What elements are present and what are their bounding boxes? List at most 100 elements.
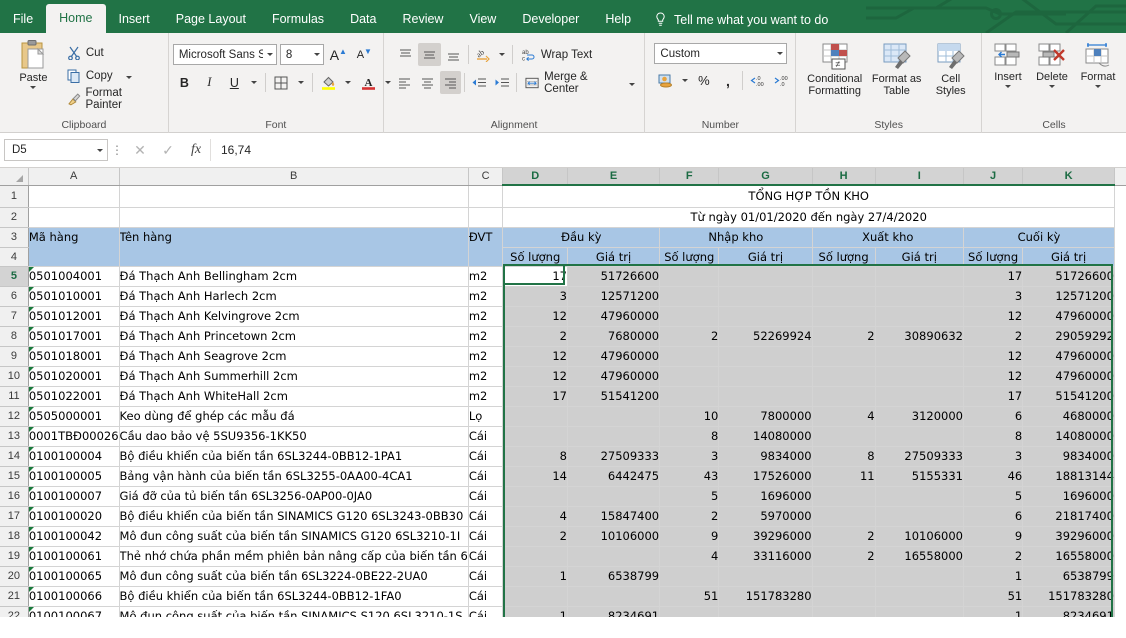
cell-I22[interactable]: [875, 606, 963, 617]
cell-B21[interactable]: Bộ điều khiển của biến tần 6SL3244-0BB12…: [119, 586, 468, 606]
cell-G19[interactable]: 33116000: [719, 546, 812, 566]
cell-C22[interactable]: Cái: [468, 606, 503, 617]
cell-I20[interactable]: [875, 566, 963, 586]
table-row[interactable]: 170100100020Bộ điều khiển của biến tần S…: [0, 506, 1126, 526]
cell-J13[interactable]: 8: [963, 426, 1022, 446]
table-row[interactable]: 220100100067Mô đun công suất của biến tầ…: [0, 606, 1126, 617]
row-header-16[interactable]: 16: [0, 486, 28, 506]
header-dvt[interactable]: ĐVT: [468, 227, 503, 266]
cell-A16[interactable]: 0100100007: [28, 486, 119, 506]
cell-E14[interactable]: 27509333: [567, 446, 659, 466]
cell-J17[interactable]: 6: [963, 506, 1022, 526]
row-header-22[interactable]: 22: [0, 606, 28, 617]
cell-G11[interactable]: [719, 386, 812, 406]
copy-button[interactable]: Copy: [63, 64, 164, 87]
orientation-button[interactable]: ab: [472, 43, 495, 66]
sheet-subtitle[interactable]: Từ ngày 01/01/2020 đến ngày 27/4/2020: [503, 207, 1114, 227]
cell-H13[interactable]: [812, 426, 875, 446]
cell-H9[interactable]: [812, 346, 875, 366]
cell-J6[interactable]: 3: [963, 286, 1022, 306]
cell-I5[interactable]: [875, 266, 963, 286]
cell-I12[interactable]: 3120000: [875, 406, 963, 426]
row-header-17[interactable]: 17: [0, 506, 28, 526]
italic-button[interactable]: I: [198, 71, 221, 94]
ribbon-tab-insert[interactable]: Insert: [106, 6, 163, 33]
cell-E13[interactable]: [567, 426, 659, 446]
cell-E20[interactable]: 6538799: [567, 566, 659, 586]
cell-J8[interactable]: 2: [963, 326, 1022, 346]
row-header-18[interactable]: 18: [0, 526, 28, 546]
cell-G21[interactable]: 151783280: [719, 586, 812, 606]
cell-B17[interactable]: Bộ điều khiển của biến tần SINAMICS G120…: [119, 506, 468, 526]
cell-C18[interactable]: Cái: [468, 526, 503, 546]
cell-E16[interactable]: [567, 486, 659, 506]
table-row[interactable]: 100501020001Đá Thạch Anh Summerhill 2cmm…: [0, 366, 1126, 386]
cell-D20[interactable]: 1: [503, 566, 568, 586]
row-header-20[interactable]: 20: [0, 566, 28, 586]
cell-G13[interactable]: 14080000: [719, 426, 812, 446]
cell-G6[interactable]: [719, 286, 812, 306]
cell-E18[interactable]: 10106000: [567, 526, 659, 546]
ribbon-tab-view[interactable]: View: [456, 6, 509, 33]
cell-c2[interactable]: [468, 207, 503, 227]
font-color-button[interactable]: A: [357, 71, 380, 94]
cell-D21[interactable]: [503, 586, 568, 606]
cell-F15[interactable]: 43: [660, 466, 719, 486]
cut-button[interactable]: Cut: [63, 41, 164, 64]
cell-C13[interactable]: Cái: [468, 426, 503, 446]
increase-indent-button[interactable]: [491, 71, 513, 94]
row-header-8[interactable]: 8: [0, 326, 28, 346]
cell-C7[interactable]: m2: [468, 306, 503, 326]
cell-A13[interactable]: 0001TBĐ00026: [28, 426, 119, 446]
cell-H15[interactable]: 11: [812, 466, 875, 486]
cell-H5[interactable]: [812, 266, 875, 286]
format-cells-button[interactable]: Format: [1074, 39, 1122, 88]
decrease-indent-button[interactable]: [468, 71, 490, 94]
cell-B5[interactable]: Đá Thạch Anh Bellingham 2cm: [119, 266, 468, 286]
header-xuat-kho[interactable]: Xuất kho: [812, 227, 963, 247]
cell-C10[interactable]: m2: [468, 366, 503, 386]
cell-E19[interactable]: [567, 546, 659, 566]
row-header-9[interactable]: 9: [0, 346, 28, 366]
cell-A5[interactable]: 0501004001: [28, 266, 119, 286]
format-as-table-button[interactable]: Format as Table: [868, 39, 926, 97]
insert-cells-button[interactable]: Insert: [986, 39, 1030, 88]
table-row[interactable]: 200100100065Mô đun công suất của biến tầ…: [0, 566, 1126, 586]
fill-color-button[interactable]: [317, 71, 340, 94]
align-right-button[interactable]: [440, 71, 462, 94]
format-cells-caret[interactable]: [1095, 85, 1101, 88]
header-dauky-giatri[interactable]: Giá trị: [567, 247, 659, 266]
cell-H7[interactable]: [812, 306, 875, 326]
header-nhap-kho[interactable]: Nhập kho: [660, 227, 812, 247]
merge-center-dropdown-caret[interactable]: [629, 83, 635, 86]
cell-E21[interactable]: [567, 586, 659, 606]
cell-F6[interactable]: [660, 286, 719, 306]
row-header-14[interactable]: 14: [0, 446, 28, 466]
cell-A19[interactable]: 0100100061: [28, 546, 119, 566]
cell-I15[interactable]: 5155331: [875, 466, 963, 486]
cell-A20[interactable]: 0100100065: [28, 566, 119, 586]
delete-cells-button[interactable]: Delete: [1030, 39, 1074, 88]
cell-H21[interactable]: [812, 586, 875, 606]
font-size-caret[interactable]: [314, 53, 320, 56]
accounting-format-button[interactable]: [654, 69, 677, 92]
cell-G15[interactable]: 17526000: [719, 466, 812, 486]
cell-A10[interactable]: 0501020001: [28, 366, 119, 386]
conditional-formatting-button[interactable]: ≠ Conditional Formatting: [802, 39, 868, 97]
cell-B13[interactable]: Cầu dao bảo vệ 5SU9356-1KK50: [119, 426, 468, 446]
align-bottom-button[interactable]: [442, 43, 465, 66]
cell-I6[interactable]: [875, 286, 963, 306]
cell-A11[interactable]: 0501022001: [28, 386, 119, 406]
cell-D18[interactable]: 2: [503, 526, 568, 546]
cell-G5[interactable]: [719, 266, 812, 286]
cell-F19[interactable]: 4: [660, 546, 719, 566]
table-row[interactable]: 70501012001Đá Thạch Anh Kelvingrove 2cmm…: [0, 306, 1126, 326]
table-row[interactable]: 150100100005Bảng vận hành của biến tần 6…: [0, 466, 1126, 486]
cell-F16[interactable]: 5: [660, 486, 719, 506]
cell-K12[interactable]: 4680000: [1023, 406, 1115, 426]
cell-E6[interactable]: 12571200: [567, 286, 659, 306]
cell-E22[interactable]: 8234691: [567, 606, 659, 617]
paste-button[interactable]: Paste: [4, 37, 63, 89]
ribbon-tab-developer[interactable]: Developer: [509, 6, 592, 33]
cell-G16[interactable]: 1696000: [719, 486, 812, 506]
